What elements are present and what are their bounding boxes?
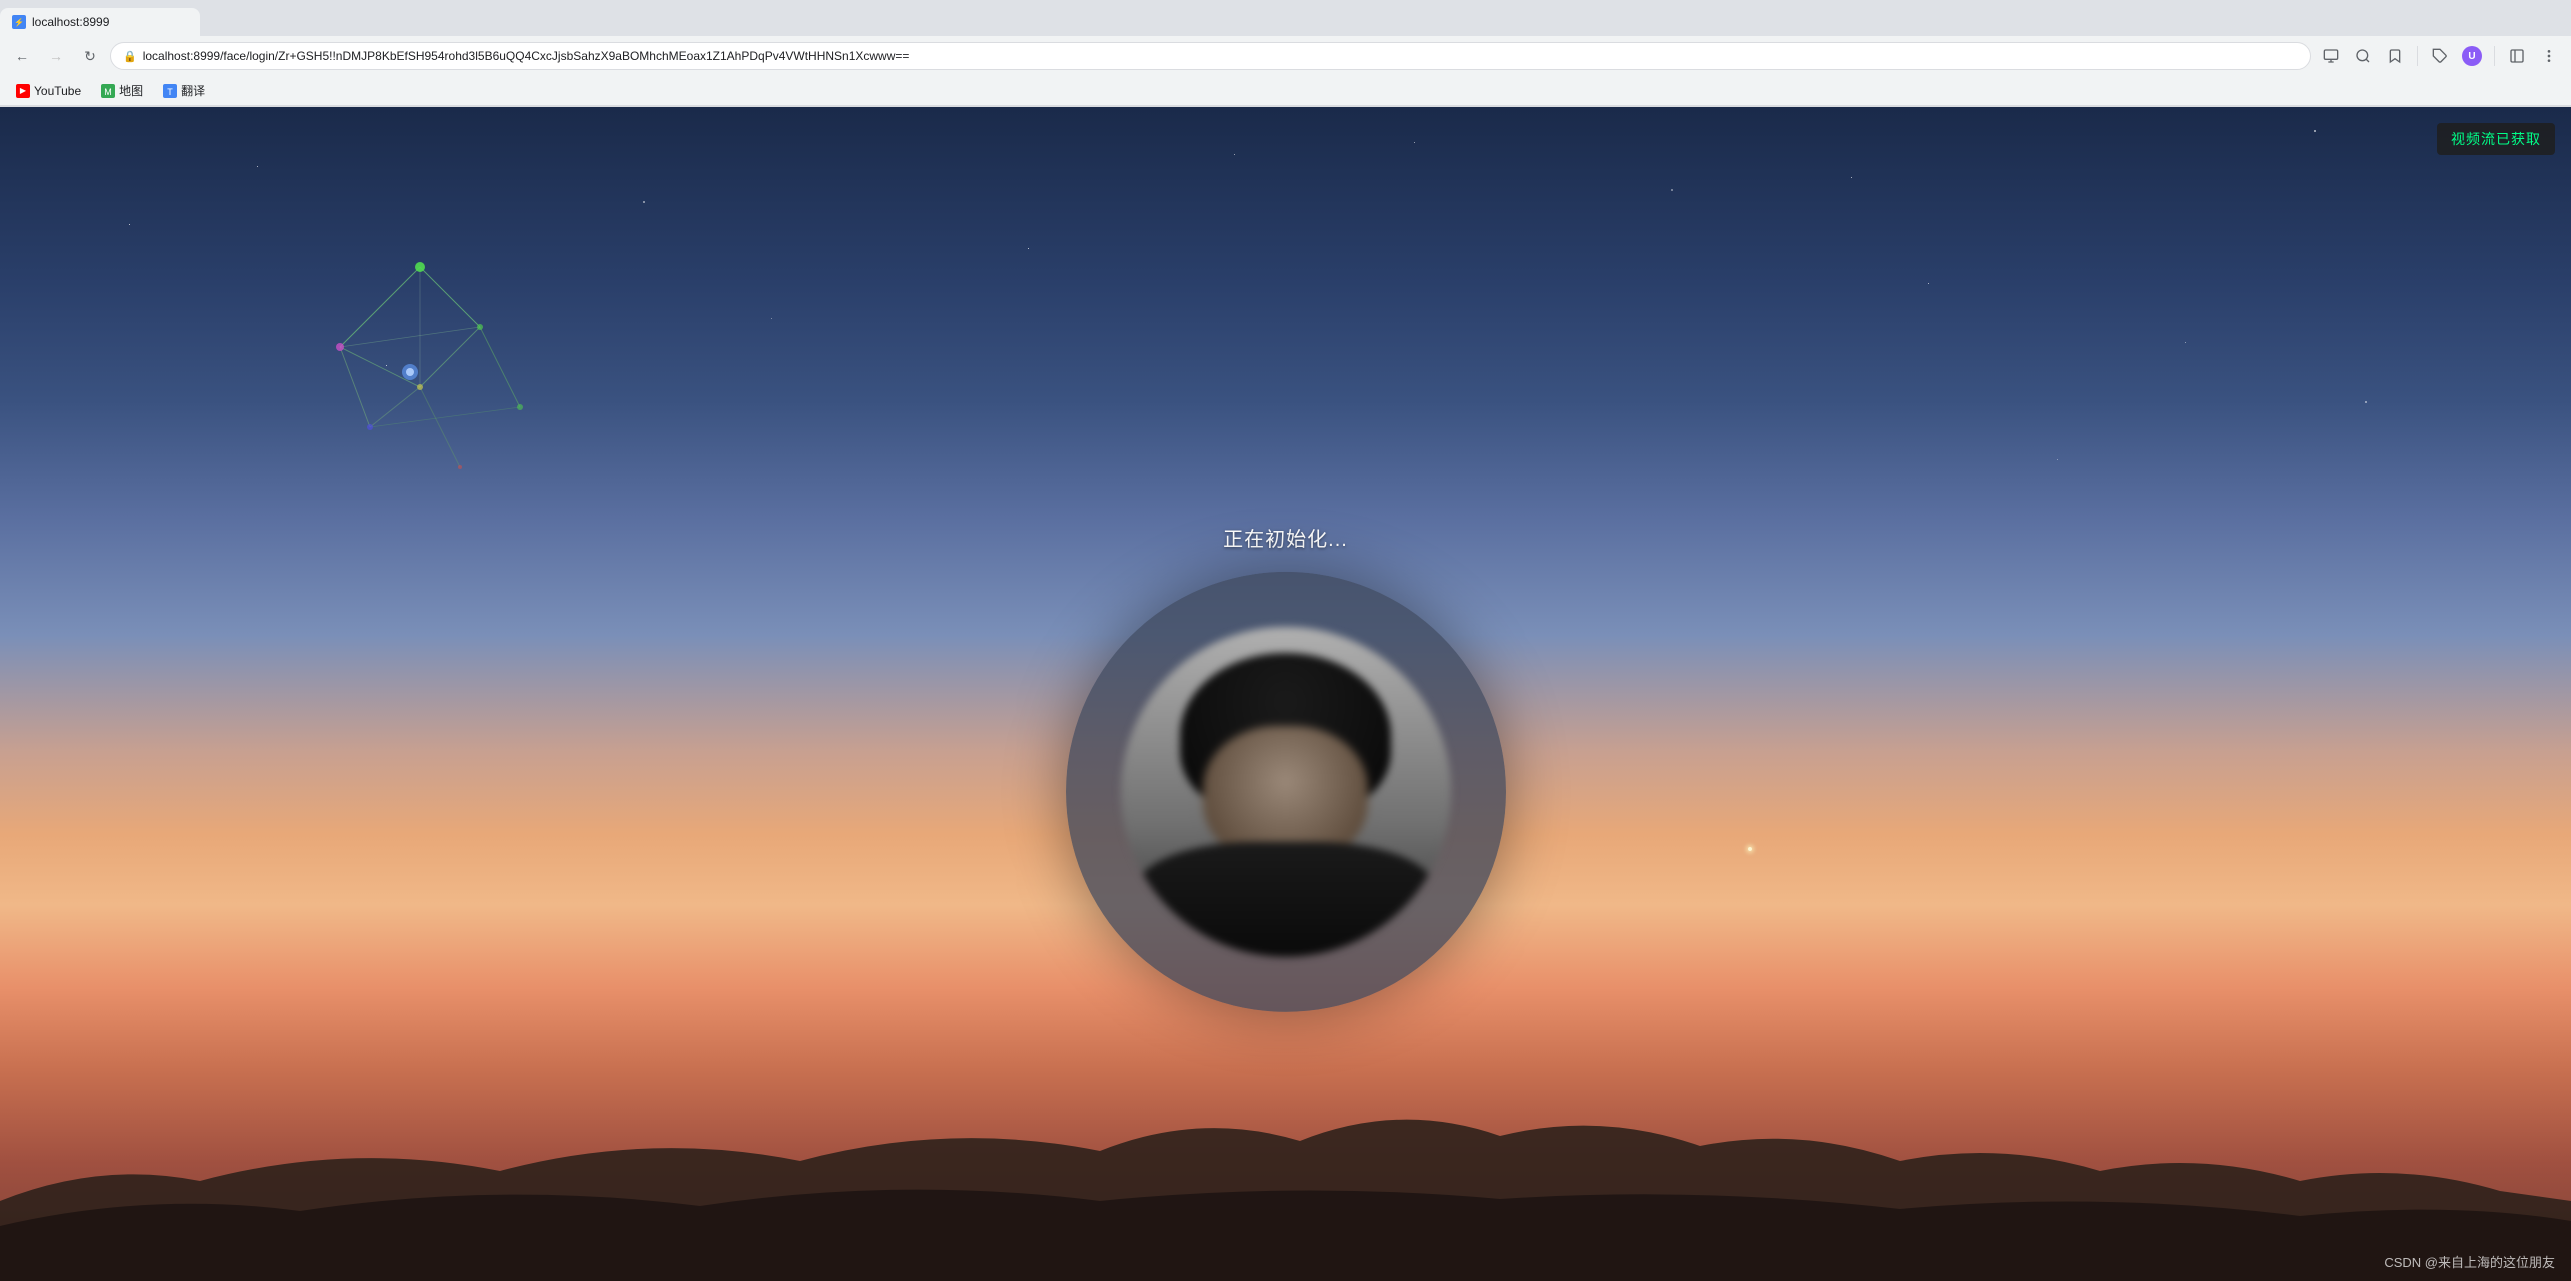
- back-button[interactable]: ←: [8, 42, 36, 70]
- sidebar-button[interactable]: [2503, 42, 2531, 70]
- zoom-button[interactable]: [2349, 42, 2377, 70]
- notification-badge: 视频流已获取: [2437, 123, 2555, 155]
- watermark: CSDN @来自上海的这位朋友: [2384, 1252, 2555, 1271]
- address-bar-row: ← → ↻ 🔒 localhost:8999/face/login/Zr+GSH…: [0, 36, 2571, 76]
- maps-favicon: M: [101, 84, 115, 98]
- bookmark-button[interactable]: [2381, 42, 2409, 70]
- face-recognition-container: 正在初始化...: [1066, 523, 1506, 1012]
- menu-button[interactable]: [2535, 42, 2563, 70]
- reload-button[interactable]: ↻: [76, 42, 104, 70]
- active-tab[interactable]: ⚡ localhost:8999: [0, 8, 200, 36]
- profile-button[interactable]: U: [2458, 42, 2486, 70]
- bookmark-maps-label: 地图: [119, 82, 143, 99]
- security-icon: 🔒: [123, 50, 137, 63]
- watermark-text: CSDN @来自上海的这位朋友: [2384, 1255, 2555, 1270]
- svg-text:T: T: [167, 87, 173, 97]
- tab-favicon: ⚡: [12, 15, 26, 29]
- separator-2: [2494, 46, 2495, 66]
- svg-text:M: M: [104, 87, 112, 97]
- translate-favicon: T: [163, 84, 177, 98]
- notification-text: 视频流已获取: [2451, 131, 2541, 147]
- profile-avatar: U: [2462, 46, 2482, 66]
- separator-1: [2417, 46, 2418, 66]
- bookmark-youtube[interactable]: ▶ YouTube: [8, 82, 89, 100]
- youtube-favicon: ▶: [16, 84, 30, 98]
- toolbar-icons: U: [2317, 42, 2563, 70]
- bookmark-youtube-label: YouTube: [34, 84, 81, 98]
- constellation-svg: [280, 227, 560, 507]
- bookmark-maps[interactable]: M 地图: [93, 80, 151, 101]
- address-bar[interactable]: 🔒 localhost:8999/face/login/Zr+GSH5!!nDM…: [110, 42, 2311, 70]
- main-content: 正在初始化... 视频流已获取 CSDN @来自上海的: [0, 107, 2571, 1281]
- bookmark-translate-label: 翻译: [181, 82, 205, 99]
- bookmark-translate[interactable]: T 翻译: [155, 80, 213, 101]
- tab-bar: ⚡ localhost:8999: [0, 0, 2571, 36]
- forward-button[interactable]: →: [42, 42, 70, 70]
- screen-cast-button[interactable]: [2317, 42, 2345, 70]
- status-text: 正在初始化...: [1223, 523, 1348, 552]
- mountains-svg: [0, 1081, 2571, 1281]
- browser-chrome: ⚡ localhost:8999 ← → ↻ 🔒 localhost:8999/…: [0, 0, 2571, 107]
- extensions-button[interactable]: [2426, 42, 2454, 70]
- tab-title: localhost:8999: [32, 15, 109, 29]
- face-outer-ring: [1066, 572, 1506, 1012]
- bookmark-bar: ▶ YouTube M 地图 T 翻译: [0, 76, 2571, 106]
- face-preview: [1121, 627, 1451, 957]
- url-text: localhost:8999/face/login/Zr+GSH5!!nDMJP…: [143, 49, 2298, 63]
